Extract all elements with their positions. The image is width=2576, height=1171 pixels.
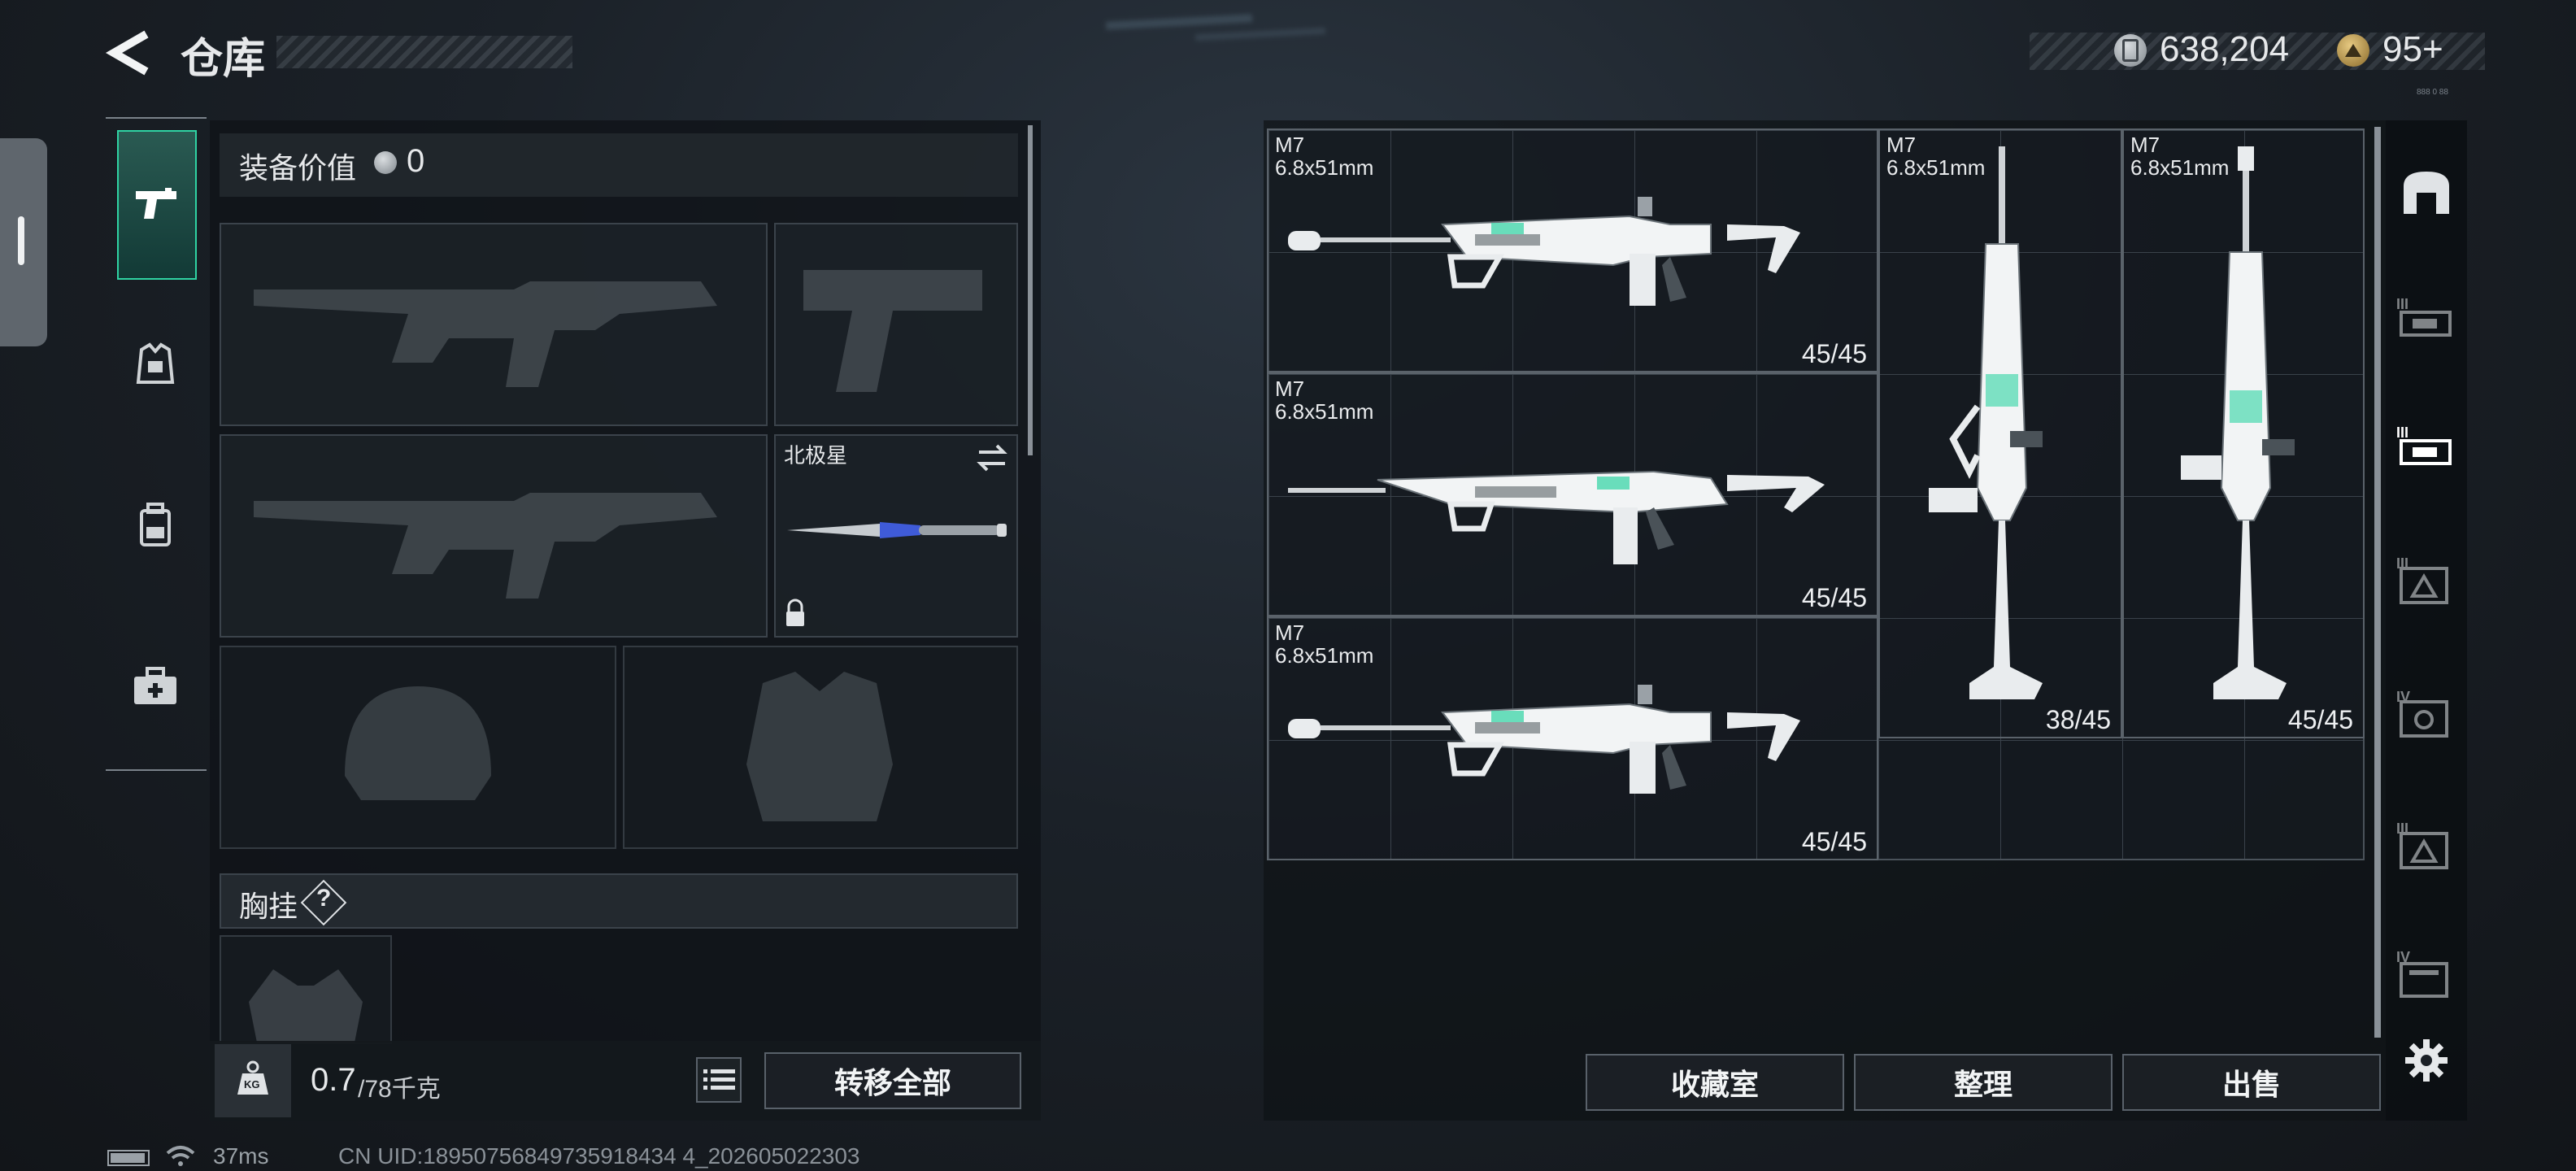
wifi-icon [166,1146,195,1166]
equipment-value-label: 装备价值 [239,151,357,185]
sort-button[interactable]: 整理 [1854,1054,2113,1111]
ping-text: 37ms [213,1143,269,1169]
rail-storage-tab-3[interactable]: III [2394,546,2459,612]
weapon-caliber: 6.8x51mm [1275,399,1374,424]
version-label: 888 0 88 [2417,88,2448,97]
list-icon [703,1069,735,1090]
help-mark: ? [316,885,332,912]
category-tab-weapons[interactable] [117,130,197,280]
coin-icon [374,151,397,174]
rifle-icon [1288,197,1800,306]
storage-rail-scrollbar[interactable] [2374,127,2381,1038]
loadout-scrollbar[interactable] [1028,125,1033,455]
pistol-silhouette-icon [803,270,982,392]
storage-weapon-1[interactable]: M7 6.8x51mm 45/45 [1267,128,1878,372]
side-drawer-handle[interactable] [0,138,47,346]
rifle-silhouette-icon [254,281,717,387]
weight-icon-text: KG [244,1078,260,1090]
pistol-icon [136,188,176,219]
weapon-ammo: 45/45 [2287,705,2353,734]
back-arrow-icon [105,30,149,76]
helmet-slot[interactable] [220,646,616,849]
armor-silhouette-icon [746,672,893,821]
list-view-button[interactable] [696,1057,742,1103]
weapon-ammo: 45/45 [1801,339,1867,368]
weapon-caliber: 6.8x51mm [1275,643,1374,668]
rifle-vertical-icon [2181,146,2295,699]
weapon-name: M7 [1886,133,1917,157]
page-title: 仓库 [181,36,266,83]
weapon-ammo: 38/45 [2045,705,2111,734]
helmet-silhouette-icon [345,686,491,800]
chest-rig-silhouette-icon [249,969,363,1043]
transfer-all-button[interactable]: 转移全部 [764,1052,1021,1109]
weapon-name: M7 [1275,620,1305,645]
collection-room-button[interactable]: 收藏室 [1586,1054,1844,1111]
pistol-slot[interactable] [774,223,1018,426]
melee-name: 北极星 [784,443,848,468]
currency-amount: 638,204 [2160,29,2290,69]
category-tab-medical[interactable] [117,646,194,727]
rifle-icon [1288,470,1825,564]
primary-weapon-slot-1[interactable] [220,223,768,426]
vest-icon [136,342,175,384]
knife-icon [787,522,1007,538]
weapon-ammo: 45/45 [1801,827,1867,856]
chest-rig-slot[interactable] [220,935,392,1044]
weapon-name: M7 [1275,377,1305,401]
coin-icon [2114,34,2147,67]
lock-icon [786,599,804,626]
weapon-name: M7 [1275,133,1305,157]
rail-storage-tab-2[interactable]: III [2394,413,2459,478]
ticket-icon [2337,34,2369,67]
weight-current: 0.7 [311,1062,356,1098]
category-tab-armor[interactable] [117,324,194,405]
medkit-icon [134,667,176,704]
rail-storage-tab-4[interactable]: IV [2394,680,2459,745]
settings-gear-icon[interactable] [2394,1028,2459,1093]
storage-weapon-3[interactable]: M7 6.8x51mm 45/45 [1267,616,1878,860]
rifle-vertical-icon [1929,146,2043,699]
storage-weapon-2[interactable]: M7 6.8x51mm 45/45 [1267,372,1878,616]
background-streak [1194,27,1326,41]
rifle-icon [1288,685,1800,794]
rifle-silhouette-icon [254,493,717,599]
rail-storage-tab-6[interactable]: IV [2394,940,2459,1005]
melee-slot[interactable]: 北极星 [774,434,1018,638]
rail-storage-tab-5[interactable]: III [2394,812,2459,877]
weight-icon: KG [236,1060,270,1096]
sell-button[interactable]: 出售 [2122,1054,2381,1111]
back-button[interactable] [104,24,153,81]
backpack-icon [140,503,171,546]
uid-text: CN UID:18950756849735918434 4_2026050223… [338,1143,860,1169]
tickets-amount: 95+ [2382,29,2443,69]
svg-text:III: III [2396,296,2408,312]
title-hatch-bar [276,36,572,68]
primary-weapon-slot-2[interactable] [220,434,768,638]
weight-max: /78千克 [358,1076,441,1103]
rail-safebox-icon[interactable] [2394,159,2459,224]
rail-storage-tab-1[interactable]: III [2394,285,2459,350]
weapon-ammo: 45/45 [1801,583,1867,612]
weapon-name: M7 [2130,133,2160,157]
chest-rig-label: 胸挂 [239,890,298,923]
equipment-value: 0 [407,143,425,179]
swap-icon[interactable] [976,444,1008,472]
category-tab-backpack[interactable] [117,485,194,566]
storage-weapon-5[interactable]: M7 6.8x51mm 45/45 [2122,128,2365,738]
armor-slot[interactable] [623,646,1018,849]
battery-icon [107,1150,150,1166]
storage-weapon-4[interactable]: M7 6.8x51mm 38/45 [1878,128,2122,738]
svg-text:III: III [2396,424,2408,441]
background-streak [1105,14,1253,30]
